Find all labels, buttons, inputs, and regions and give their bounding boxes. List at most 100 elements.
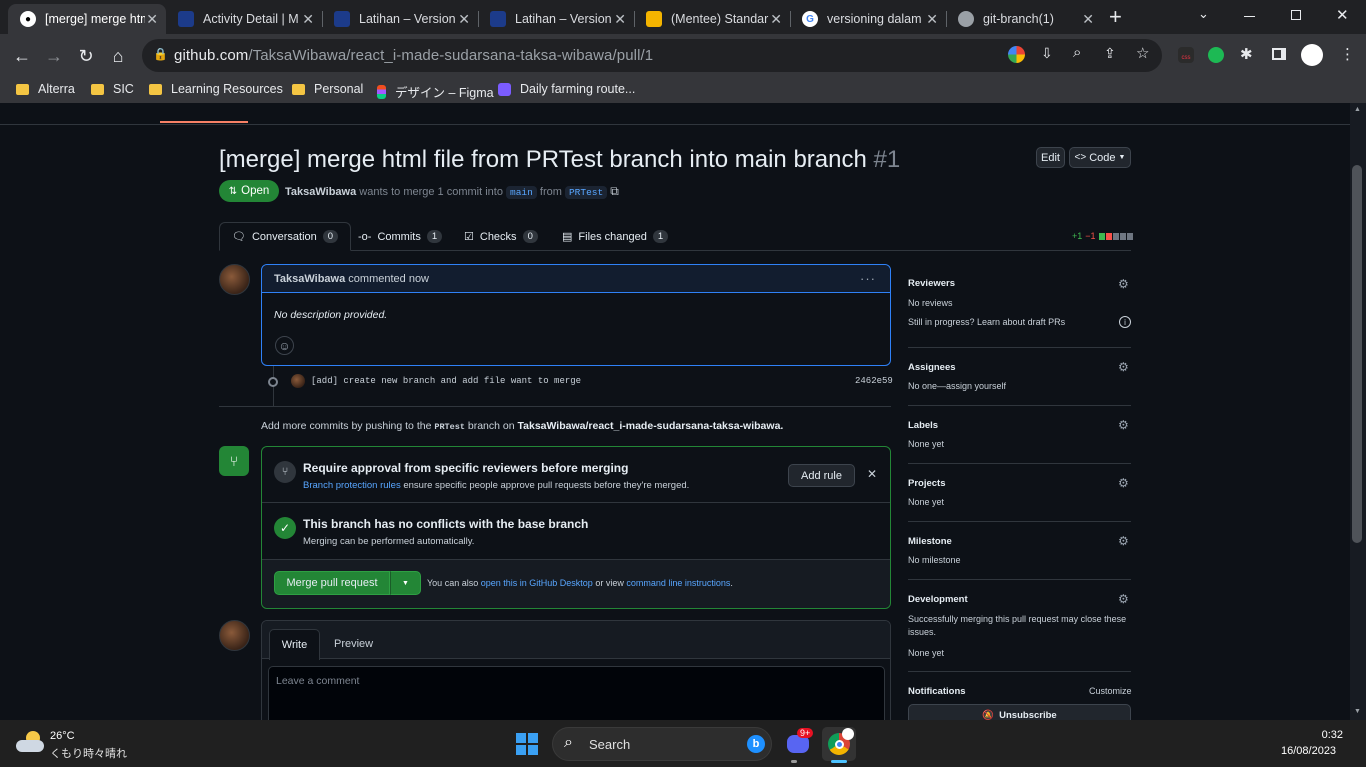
branch-protection-link[interactable]: Branch protection rules xyxy=(303,480,401,491)
pr-author-link[interactable]: TaksaWibawa xyxy=(285,186,356,198)
clock-time[interactable]: 0:32 xyxy=(1312,729,1343,741)
add-rule-button[interactable]: Add rule xyxy=(788,464,855,487)
comment-author[interactable]: TaksaWibawa xyxy=(274,273,345,285)
bookmark-alterra[interactable]: Alterra xyxy=(16,82,75,96)
minimize-button[interactable] xyxy=(1244,16,1255,17)
scroll-down-arrow[interactable]: ▼ xyxy=(1354,708,1361,715)
gear-icon[interactable]: ⚙ xyxy=(1118,592,1129,606)
merge-options-dropdown[interactable]: ▼ xyxy=(390,571,421,595)
windows-start-icon[interactable] xyxy=(510,727,544,761)
tab-mentee-standar[interactable]: (Mentee) Standar ✕ xyxy=(634,4,790,34)
tab-commits[interactable]: -o- Commits 1 xyxy=(358,222,443,251)
close-tab-icon[interactable]: ✕ xyxy=(614,11,626,28)
close-window-button[interactable]: ✕ xyxy=(1336,6,1349,24)
tab-search-button[interactable]: ⌄ xyxy=(1198,6,1209,22)
reviewers-heading[interactable]: Reviewers xyxy=(908,278,955,289)
labels-heading[interactable]: Labels xyxy=(908,420,938,431)
push-hint-repo[interactable]: TaksaWibawa/react_i-made-sudarsana-taksa… xyxy=(518,420,784,432)
write-tab[interactable]: Write xyxy=(269,629,320,660)
draft-pr-note[interactable]: Still in progress? Learn about draft PRs xyxy=(908,317,1065,327)
tab-latihan-version-2[interactable]: Latihan – Version ✕ xyxy=(478,4,634,34)
kebab-menu-icon[interactable]: ··· xyxy=(860,271,876,286)
commit-sha-link[interactable]: 2462e59 xyxy=(855,376,893,386)
copy-icon[interactable]: ⧉ xyxy=(610,184,619,198)
close-tab-icon[interactable]: ✕ xyxy=(458,11,470,28)
css-extension-icon[interactable]: css xyxy=(1178,47,1194,63)
dismiss-icon[interactable]: ✕ xyxy=(867,467,877,481)
github-desktop-link[interactable]: open this in GitHub Desktop xyxy=(481,578,593,588)
install-app-icon[interactable]: ⇩ xyxy=(1041,45,1053,62)
weather-temperature[interactable]: 26°C xyxy=(50,730,75,742)
taskbar-search-box[interactable]: ⌕ Search b xyxy=(552,727,772,761)
bing-icon[interactable]: b xyxy=(747,735,765,753)
address-bar[interactable]: 🔒 github.com/TaksaWibawa/react_i-made-su… xyxy=(142,39,1162,72)
back-button[interactable]: ← xyxy=(8,42,36,70)
zoom-icon[interactable]: ⌕ xyxy=(1073,44,1081,61)
gear-icon[interactable]: ⚙ xyxy=(1118,476,1129,490)
tab-google-search[interactable]: G versioning dalam ✕ xyxy=(790,4,946,34)
chrome-taskbar-icon[interactable] xyxy=(822,727,856,761)
forward-button[interactable]: → xyxy=(40,42,68,70)
home-button[interactable]: ⌂ xyxy=(104,42,132,70)
commit-message-link[interactable]: [add] create new branch and add file wan… xyxy=(311,376,581,386)
extensions-puzzle-icon[interactable]: ✱ xyxy=(1240,45,1253,63)
gear-icon[interactable]: ⚙ xyxy=(1118,360,1129,374)
close-tab-icon[interactable]: ✕ xyxy=(1082,11,1094,28)
chrome-menu-icon[interactable]: ⋮ xyxy=(1340,45,1355,63)
base-branch-label[interactable]: main xyxy=(506,186,537,199)
edit-button[interactable]: Edit xyxy=(1036,147,1065,168)
extension-green-icon[interactable] xyxy=(1208,47,1224,63)
projects-heading[interactable]: Projects xyxy=(908,478,946,489)
milestone-heading[interactable]: Milestone xyxy=(908,536,952,547)
discord-taskbar-icon[interactable]: 9+ xyxy=(781,727,815,761)
gear-icon[interactable]: ⚙ xyxy=(1118,534,1129,548)
profile-avatar[interactable] xyxy=(1301,44,1323,66)
weather-condition[interactable]: くもり時々晴れ xyxy=(50,745,127,761)
gear-icon[interactable]: ⚙ xyxy=(1118,277,1129,291)
close-tab-icon[interactable]: ✕ xyxy=(302,11,314,28)
close-tab-icon[interactable]: ✕ xyxy=(926,11,938,28)
weather-cloud-icon[interactable] xyxy=(16,731,44,753)
bookmark-personal[interactable]: Personal xyxy=(292,82,363,96)
head-branch-label[interactable]: PRTest xyxy=(564,186,608,199)
sidebar-divider xyxy=(908,521,1131,522)
bookmark-figma[interactable]: デザイン – Figma xyxy=(377,82,494,101)
tab-github-pr[interactable]: ● [merge] merge html ✕ xyxy=(8,4,166,34)
cli-instructions-link[interactable]: command line instructions xyxy=(626,578,730,588)
tab-conversation[interactable]: 🗨 Conversation 0 xyxy=(219,222,352,251)
comment-textarea[interactable]: Leave a comment xyxy=(268,666,885,720)
author-avatar[interactable] xyxy=(219,264,250,295)
customize-link[interactable]: Customize xyxy=(1089,686,1132,696)
bookmark-sic[interactable]: SIC xyxy=(91,82,134,96)
new-tab-button[interactable]: + xyxy=(1109,4,1122,30)
info-icon[interactable]: i xyxy=(1119,316,1131,328)
active-tab-underline xyxy=(160,121,248,123)
close-tab-icon[interactable]: ✕ xyxy=(146,11,158,28)
tab-activity-detail[interactable]: Activity Detail | M ✕ xyxy=(166,4,322,34)
tab-checks[interactable]: ☑ Checks 0 xyxy=(464,222,538,251)
clock-date[interactable]: 16/08/2023 xyxy=(1281,745,1336,757)
side-panel-icon[interactable] xyxy=(1272,48,1286,60)
assignees-value[interactable]: No one—assign yourself xyxy=(908,381,1006,391)
add-reaction-icon[interactable]: ☺ xyxy=(275,336,294,355)
merge-pull-request-button[interactable]: Merge pull request xyxy=(274,571,390,595)
restore-button[interactable] xyxy=(1291,10,1301,20)
preview-tab[interactable]: Preview xyxy=(334,638,373,650)
bookmark-daily-farming[interactable]: Daily farming route... xyxy=(498,82,635,96)
scrollbar-thumb[interactable] xyxy=(1352,165,1362,543)
share-icon[interactable]: ⇪ xyxy=(1104,45,1116,62)
tab-files-changed[interactable]: ▤ Files changed 1 xyxy=(562,222,669,251)
tab-git-branch[interactable]: git-branch(1) ✕ xyxy=(946,4,1102,34)
unsubscribe-button[interactable]: 🔕 Unsubscribe xyxy=(908,704,1131,720)
tab-latihan-version-1[interactable]: Latihan – Version ✕ xyxy=(322,4,478,34)
assignees-heading[interactable]: Assignees xyxy=(908,362,956,373)
reload-button[interactable]: ↻ xyxy=(72,42,100,70)
bookmark-star-icon[interactable]: ☆ xyxy=(1136,44,1149,62)
bookmark-learning-resources[interactable]: Learning Resources xyxy=(149,82,283,96)
google-lens-icon[interactable] xyxy=(1008,46,1025,63)
scroll-up-arrow[interactable]: ▲ xyxy=(1354,106,1361,113)
close-tab-icon[interactable]: ✕ xyxy=(770,11,782,28)
development-heading[interactable]: Development xyxy=(908,594,968,605)
code-button[interactable]: <> Code ▼ xyxy=(1069,147,1131,168)
gear-icon[interactable]: ⚙ xyxy=(1118,418,1129,432)
